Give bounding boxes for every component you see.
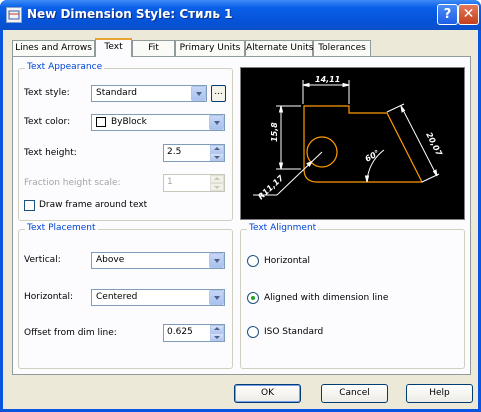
preview-shape: [303, 105, 423, 183]
tab-fit[interactable]: Fit: [132, 40, 175, 56]
vertical-placement-select[interactable]: Above: [91, 252, 225, 269]
help-button[interactable]: Help: [406, 384, 473, 403]
spin-down-icon[interactable]: [210, 183, 224, 191]
text-style-select[interactable]: Standard: [91, 85, 207, 102]
group-title: Text Placement: [25, 223, 98, 233]
draw-frame-label[interactable]: Draw frame around text: [39, 200, 147, 210]
spin-up-icon[interactable]: [210, 175, 224, 183]
text-color-select[interactable]: ByBlock: [91, 114, 225, 131]
vertical-label: Vertical:: [24, 255, 61, 265]
tab-alternate-units[interactable]: Alternate Units: [245, 40, 313, 56]
aligned-with-dimension-line-radio[interactable]: [247, 292, 259, 304]
offset-value: 0.625: [167, 327, 193, 337]
tab-tolerances[interactable]: Tolerances: [313, 40, 371, 56]
fraction-height-scale-value: 1: [167, 177, 173, 187]
iso-standard-option-label[interactable]: ISO Standard: [264, 327, 323, 337]
spin-down-icon[interactable]: [210, 153, 224, 161]
dim-label-right: 20,07: [424, 131, 444, 158]
offset-spinner[interactable]: 0.625: [163, 324, 225, 342]
aligned-option-label[interactable]: Aligned with dimension line: [264, 293, 388, 303]
dialog-body: Lines and Arrows Text Fit Primary Units …: [3, 30, 478, 409]
spin-up-icon[interactable]: [210, 325, 224, 333]
close-button[interactable]: ✕: [458, 4, 479, 25]
text-style-label: Text style:: [24, 88, 70, 98]
text-height-spinner[interactable]: 2.5: [163, 144, 225, 162]
dialog-window: New Dimension Style: Стиль 1 ? ✕ Lines a…: [0, 0, 481, 412]
cancel-button[interactable]: Cancel: [321, 384, 388, 403]
text-tab-panel: Text Appearance Text style: Standard ...…: [12, 56, 471, 375]
tab-primary-units[interactable]: Primary Units: [175, 40, 245, 56]
spin-up-icon[interactable]: [210, 145, 224, 153]
text-appearance-group: Text Appearance Text style: Standard ...…: [18, 62, 233, 221]
text-height-label: Text height:: [24, 148, 77, 158]
group-title: Text Appearance: [25, 62, 105, 72]
spin-down-icon[interactable]: [210, 333, 224, 341]
horizontal-label: Horizontal:: [24, 292, 73, 302]
dim-label-angle: 60°: [364, 148, 382, 163]
horizontal-radio[interactable]: [247, 255, 259, 267]
dimension-preview: 14,11 15,8 20,07 R11,17 60°: [240, 67, 465, 220]
text-style-value: Standard: [96, 88, 137, 98]
chevron-down-icon[interactable]: [209, 290, 224, 305]
horizontal-placement-select[interactable]: Centered: [91, 289, 225, 306]
preview-drawing: 14,11 15,8 20,07 R11,17 60°: [253, 75, 444, 201]
fraction-height-scale-label: Fraction height scale:: [24, 178, 121, 188]
chevron-down-icon[interactable]: [191, 86, 206, 101]
dim-label-left: 15,8: [270, 122, 279, 142]
horizontal-option-label[interactable]: Horizontal: [264, 256, 310, 266]
iso-standard-radio[interactable]: [247, 326, 259, 338]
text-color-value: ByBlock: [111, 117, 147, 127]
ok-button[interactable]: OK: [234, 384, 301, 403]
color-swatch: [96, 117, 106, 127]
dim-label-top: 14,11: [315, 75, 340, 84]
fraction-height-scale-spinner[interactable]: 1: [163, 174, 225, 192]
app-icon: [6, 7, 22, 23]
text-alignment-group: Text Alignment Horizontal Aligned with d…: [240, 223, 465, 369]
browse-text-style-button[interactable]: ...: [211, 85, 226, 102]
title-bar[interactable]: New Dimension Style: Стиль 1 ? ✕: [0, 0, 481, 30]
tab-lines-and-arrows[interactable]: Lines and Arrows: [12, 40, 95, 56]
offset-label: Offset from dim line:: [24, 328, 117, 338]
chevron-down-icon[interactable]: [209, 115, 224, 130]
dim-label-radius: R11,17: [256, 173, 285, 201]
vertical-placement-value: Above: [96, 255, 125, 265]
text-height-value: 2.5: [167, 147, 182, 157]
draw-frame-checkbox[interactable]: [24, 200, 35, 211]
horizontal-placement-value: Centered: [96, 292, 138, 302]
chevron-down-icon[interactable]: [209, 253, 224, 268]
text-color-label: Text color:: [24, 117, 71, 127]
help-title-button[interactable]: ?: [437, 4, 458, 25]
tab-text[interactable]: Text: [95, 38, 132, 57]
text-placement-group: Text Placement Vertical: Above Horizonta…: [18, 223, 233, 369]
group-title: Text Alignment: [247, 223, 319, 233]
window-title: New Dimension Style: Стиль 1: [27, 7, 233, 21]
